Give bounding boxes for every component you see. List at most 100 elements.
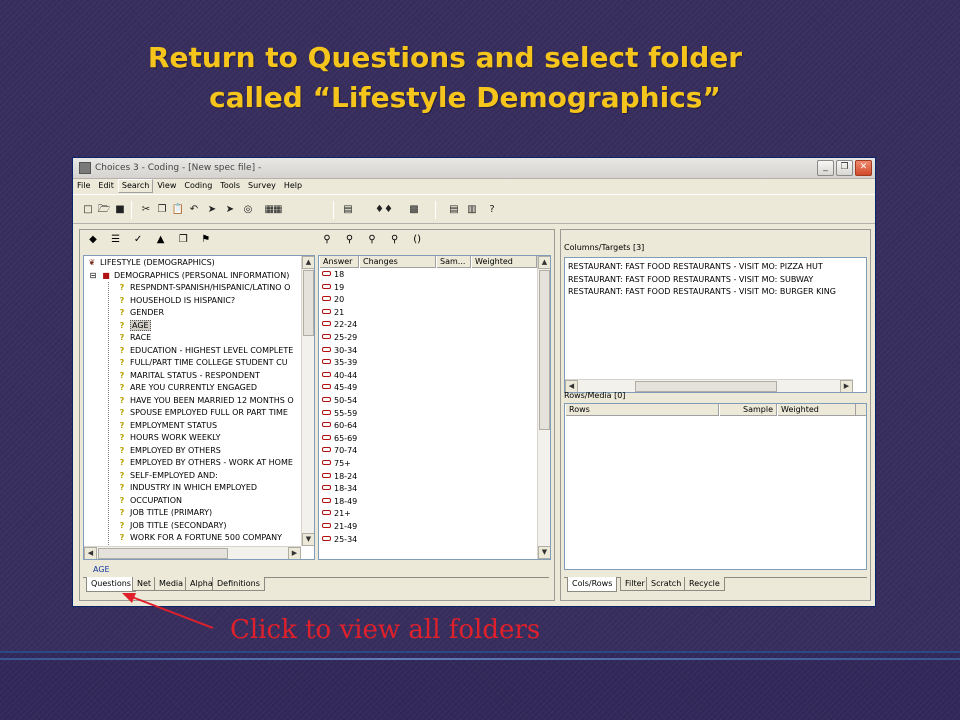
tab-net[interactable]: Net	[132, 577, 157, 591]
tab-media[interactable]: Media	[154, 577, 189, 591]
report-icon[interactable]: ▤	[341, 203, 355, 217]
tree-item[interactable]: ? EMPLOYED BY OTHERS - WORK AT HOME	[117, 457, 293, 470]
answer-row[interactable]: 18-49	[319, 496, 357, 509]
add-net-icon[interactable]: ⚲	[343, 233, 357, 247]
target-row[interactable]: RESTAURANT: FAST FOOD RESTAURANTS - VISI…	[568, 274, 813, 286]
scroll-thumb[interactable]	[539, 270, 550, 430]
window-titlebar[interactable]: Choices 3 - Coding - [New spec file] - _…	[73, 158, 875, 179]
tab-cols-rows[interactable]: Cols/Rows	[567, 577, 618, 592]
layout-vertical-icon[interactable]: ▥	[465, 203, 479, 217]
tab-recycle[interactable]: Recycle	[684, 577, 725, 591]
hierarchy-icon[interactable]: ▲	[154, 233, 168, 247]
people-icon[interactable]: ♦♦	[369, 203, 399, 217]
paste-icon[interactable]: 📋	[171, 203, 185, 217]
tree-horizontal-scrollbar[interactable]: ◀ ▶	[84, 546, 301, 559]
bracket-icon[interactable]: ()	[410, 233, 424, 247]
tree-item[interactable]: ? JOB TITLE (PRIMARY)	[117, 507, 213, 520]
binoculars-icon[interactable]: ◆	[86, 233, 100, 247]
rows-media-col-header[interactable]: Sample	[719, 404, 777, 416]
answer-row[interactable]: 45-49	[319, 382, 357, 395]
answer-row[interactable]: 21+	[319, 508, 351, 521]
answer-row[interactable]: 65-69	[319, 433, 357, 446]
target-row[interactable]: RESTAURANT: FAST FOOD RESTAURANTS - VISI…	[568, 286, 836, 298]
answer-row[interactable]: 18-24	[319, 471, 357, 484]
restore-button[interactable]: ❐	[836, 160, 853, 176]
answer-row[interactable]: 40-44	[319, 370, 357, 383]
answer-row[interactable]: 55-59	[319, 408, 357, 421]
answers-col-header[interactable]: Weighted	[471, 256, 537, 268]
crosstab-icon[interactable]: ▩	[407, 203, 421, 217]
scroll-right-icon[interactable]: ▶	[840, 380, 853, 392]
filter-check-icon[interactable]: ✓	[131, 233, 145, 247]
tree-item[interactable]: ? EMPLOYMENT STATUS	[117, 420, 217, 433]
answer-row[interactable]: 18-34	[319, 483, 357, 496]
tree-item[interactable]: ? FULL/PART TIME COLLEGE STUDENT CU	[117, 357, 288, 370]
tab-questions[interactable]: Questions	[86, 577, 136, 592]
help-wizard-icon[interactable]: ◎	[241, 203, 255, 217]
tree-item[interactable]: ? HOURS WORK WEEKLY	[117, 432, 221, 445]
key-icon[interactable]: ⚲	[320, 233, 334, 247]
collapse-icon[interactable]: ⊟	[88, 270, 98, 282]
answer-row[interactable]: 35-39	[319, 357, 357, 370]
save-icon[interactable]: ■	[113, 203, 127, 217]
tree-item[interactable]: ? GENDER	[117, 307, 164, 320]
answer-row[interactable]: 75+	[319, 458, 351, 471]
scroll-thumb[interactable]	[635, 381, 777, 392]
tree-item[interactable]: ? JOB TITLE (SECONDARY)	[117, 520, 227, 533]
tag-icon[interactable]: ⚑	[199, 233, 213, 247]
tree-folder-demographics[interactable]: ⊟ ■ DEMOGRAPHICS (PERSONAL INFORMATION)	[88, 270, 290, 283]
cut-icon[interactable]: ✂	[139, 203, 153, 217]
menu-view[interactable]: View	[153, 179, 180, 193]
tree-item[interactable]: ? AGE	[117, 319, 151, 333]
answer-copy-icon[interactable]: ⚲	[388, 233, 402, 247]
tree-item[interactable]: ? EMPLOYED BY OTHERS	[117, 445, 221, 458]
scroll-up-icon[interactable]: ▲	[538, 256, 550, 269]
scroll-down-icon[interactable]: ▼	[302, 533, 314, 546]
grid-icon[interactable]: ▦▦	[259, 203, 287, 217]
answer-row[interactable]: 25-29	[319, 332, 357, 345]
menu-survey[interactable]: Survey	[244, 179, 280, 193]
tree-item[interactable]: ? HAVE YOU BEEN MARRIED 12 MONTHS O	[117, 395, 294, 408]
tree-vertical-scrollbar[interactable]: ▲ ▼	[301, 256, 314, 546]
target-row[interactable]: RESTAURANT: FAST FOOD RESTAURANTS - VISI…	[568, 261, 823, 273]
answer-row[interactable]: 25-34	[319, 534, 357, 547]
scroll-thumb[interactable]	[98, 548, 228, 559]
tree-item[interactable]: ? ARE YOU CURRENTLY ENGAGED	[117, 382, 257, 395]
scroll-left-icon[interactable]: ◀	[84, 547, 97, 559]
undo-icon[interactable]: ↶	[187, 203, 201, 217]
copy-icon[interactable]: ❐	[155, 203, 169, 217]
menu-file[interactable]: File	[73, 179, 94, 193]
add-answer-icon[interactable]: ⚲	[365, 233, 379, 247]
tree-root-lifestyle[interactable]: ❦ LIFESTYLE (DEMOGRAPHICS)	[87, 257, 215, 270]
tree-item[interactable]: ? INDUSTRY IN WHICH EMPLOYED	[117, 482, 257, 495]
tree-item[interactable]: ? EDUCATION - HIGHEST LEVEL COMPLETE	[117, 345, 294, 358]
tree-item[interactable]: ? RACE	[117, 332, 152, 345]
answers-vertical-scrollbar[interactable]: ▲ ▼	[537, 256, 550, 559]
tab-definitions[interactable]: Definitions	[212, 577, 265, 591]
answers-col-header[interactable]: Sam...	[436, 256, 471, 268]
tree-item[interactable]: ? MARITAL STATUS - RESPONDENT	[117, 370, 260, 383]
answer-row[interactable]: 60-64	[319, 420, 357, 433]
rows-media-col-header[interactable]: Rows	[565, 404, 719, 416]
answers-col-header[interactable]: Answer	[319, 256, 359, 268]
run-spec-alt-icon[interactable]: ➤	[223, 203, 237, 217]
menu-help[interactable]: Help	[280, 179, 306, 193]
answer-row[interactable]: 30-34	[319, 345, 357, 358]
answer-row[interactable]: 21	[319, 307, 344, 320]
close-button[interactable]: ✕	[855, 160, 872, 176]
scroll-up-icon[interactable]: ▲	[302, 256, 314, 269]
scroll-down-icon[interactable]: ▼	[538, 546, 550, 559]
tree-expand-icon[interactable]: ☰	[109, 233, 123, 247]
rows-media-col-header[interactable]: Weighted	[777, 404, 856, 416]
answer-row[interactable]: 21-49	[319, 521, 357, 534]
tree-item[interactable]: ? HOUSEHOLD IS HISPANIC?	[117, 295, 236, 308]
tree-item[interactable]: ? OCCUPATION	[117, 495, 182, 508]
answer-row[interactable]: 22-24	[319, 319, 357, 332]
answer-row[interactable]: 18	[319, 269, 344, 282]
answer-row[interactable]: 50-54	[319, 395, 357, 408]
answer-row[interactable]: 20	[319, 294, 344, 307]
context-help-icon[interactable]: ?	[485, 203, 499, 217]
run-spec-icon[interactable]: ➤	[205, 203, 219, 217]
menu-coding[interactable]: Coding	[180, 179, 216, 193]
answers-col-header[interactable]: Changes	[359, 256, 436, 268]
